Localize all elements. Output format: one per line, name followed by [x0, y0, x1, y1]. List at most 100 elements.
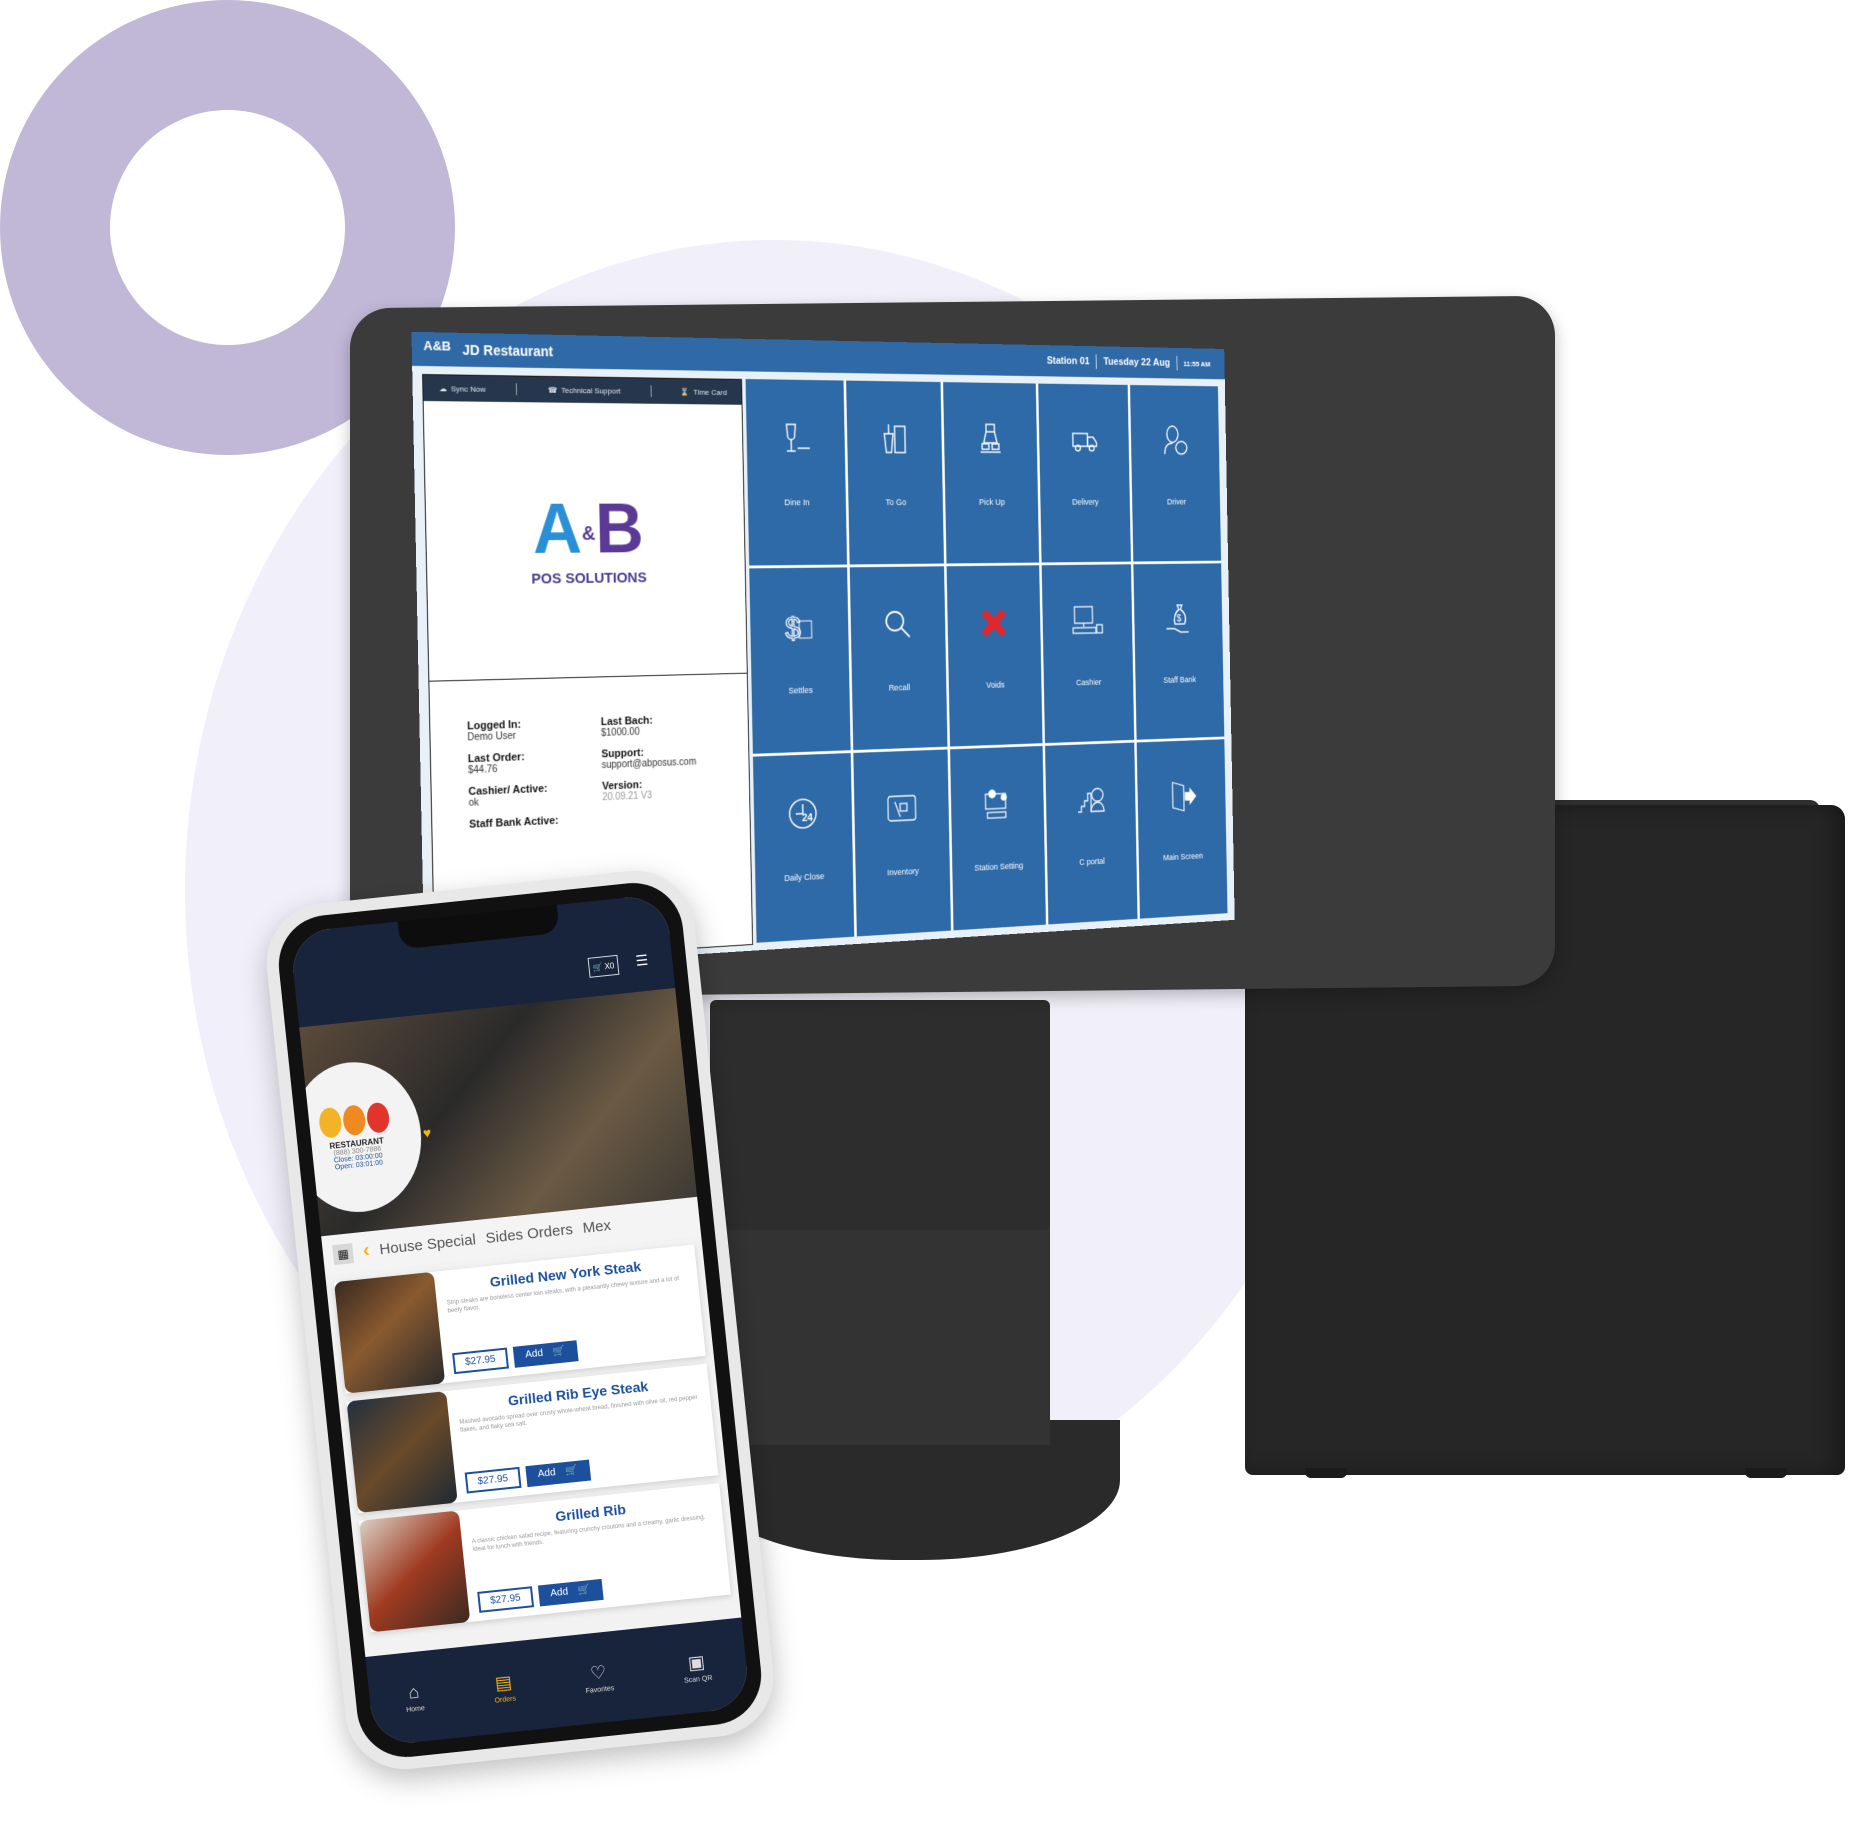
inventory-icon	[882, 788, 920, 831]
red-x-icon	[975, 602, 1012, 643]
brand-tagline: POS SOLUTIONS	[531, 569, 647, 588]
tile-staff-bank[interactable]: $ Staff Bank	[1133, 563, 1225, 741]
settings-monitor-icon	[979, 784, 1016, 826]
food-image	[334, 1271, 446, 1394]
wine-glass-icon	[776, 418, 816, 460]
orders-icon: ▤	[493, 1671, 513, 1694]
sync-now-label: Sync Now	[450, 383, 486, 394]
ordering-app-screen: 🛒 X0 ☰ RESTAURANT (888) 300-7886 Close: …	[289, 893, 751, 1747]
logo-fork-icon	[365, 1101, 391, 1134]
tile-station-setting[interactable]: Station Setting	[950, 746, 1046, 931]
food-image	[346, 1391, 458, 1513]
nav-home[interactable]: ⌂ Home	[403, 1681, 426, 1714]
tile-label: Daily Close	[784, 871, 825, 884]
cart-icon: 🛒	[564, 1464, 579, 1478]
bottom-navigation: ⌂ Home ▤ Orders ♡ Favorites ▣ Scan QR	[365, 1617, 751, 1747]
driver-icon	[1158, 421, 1194, 461]
logo-knife-icon	[341, 1104, 367, 1137]
chevron-left-icon[interactable]: ‹	[362, 1239, 371, 1263]
tile-recall[interactable]: Recall	[849, 565, 948, 751]
nav-label: Home	[405, 1704, 426, 1714]
add-label: Add	[524, 1347, 544, 1361]
time-card-label: Time Card	[693, 387, 727, 397]
logo-letter-b: B	[594, 489, 645, 568]
tile-label: C portal	[1079, 856, 1106, 868]
tile-daily-close[interactable]: 24 Daily Close	[752, 753, 854, 943]
grid-view-icon[interactable]: ▦	[332, 1242, 355, 1265]
category-tab[interactable]: Sides Orders	[485, 1221, 574, 1247]
item-price: $27.95	[477, 1586, 534, 1613]
tile-label: Driver	[1166, 497, 1187, 507]
item-price: $27.95	[452, 1347, 509, 1375]
smartphone: 🛒 X0 ☰ RESTAURANT (888) 300-7886 Close: …	[260, 864, 780, 1776]
brand-logo: A&B POS SOLUTIONS	[423, 401, 747, 682]
add-label: Add	[549, 1586, 569, 1600]
add-label: Add	[537, 1467, 557, 1480]
nav-orders[interactable]: ▤ Orders	[492, 1671, 516, 1704]
tile-label: Voids	[986, 679, 1005, 690]
heart-icon: ♡	[589, 1661, 608, 1684]
tile-inventory[interactable]: Inventory	[852, 749, 952, 937]
tile-label: Inventory	[886, 866, 919, 878]
takeaway-bag-icon	[875, 419, 914, 461]
logo-spoon-icon	[317, 1106, 343, 1139]
item-price: $27.95	[464, 1466, 522, 1494]
time-label: 11:55 AM	[1183, 359, 1211, 368]
home-icon: ⌂	[407, 1681, 421, 1703]
logo-ampersand: &	[581, 522, 596, 545]
category-tab[interactable]: House Special	[379, 1231, 477, 1258]
tile-c-portal[interactable]: C portal	[1044, 742, 1138, 925]
tile-dine-in[interactable]: Dine In	[745, 379, 847, 566]
restaurant-card: RESTAURANT (888) 300-7886 Close: 03:00:0…	[289, 1055, 429, 1219]
staff-bank-active-label: Staff Bank Active:	[469, 814, 559, 831]
tile-voids[interactable]: Voids	[946, 564, 1043, 747]
tile-pick-up[interactable]: Pick Up	[943, 382, 1039, 564]
tile-driver[interactable]: Driver	[1130, 384, 1222, 562]
cart-icon: 🛒	[577, 1584, 591, 1597]
delivery-truck-icon	[1066, 421, 1102, 461]
divider	[1096, 354, 1098, 370]
tile-label: Pick Up	[978, 497, 1005, 507]
date-label: Tuesday 22 Aug	[1103, 356, 1171, 369]
add-to-cart-button[interactable]: Add 🛒	[524, 1459, 592, 1488]
cash-register-icon	[1069, 601, 1105, 642]
divider	[516, 383, 518, 396]
svg-text:$: $	[1176, 613, 1181, 624]
tile-delivery[interactable]: Delivery	[1038, 383, 1132, 563]
cart-icon: 🛒	[552, 1345, 566, 1358]
nav-label: Favorites	[585, 1684, 615, 1695]
technical-support-button[interactable]: ☎ Technical Support	[548, 385, 621, 395]
tile-label: Station Setting	[974, 861, 1024, 873]
restaurant-logo	[317, 1101, 391, 1139]
add-to-cart-button[interactable]: Add 🛒	[537, 1578, 604, 1607]
divider	[650, 385, 652, 397]
qr-code-icon: ▣	[686, 1651, 706, 1673]
cart-button[interactable]: 🛒 X0	[587, 954, 620, 978]
tile-to-go[interactable]: To Go	[845, 380, 945, 565]
app-title: JD Restaurant	[462, 341, 554, 360]
tile-label: To Go	[885, 497, 907, 507]
logo-letter-a: A	[531, 489, 583, 569]
hamburger-menu-icon[interactable]: ☰	[635, 952, 649, 970]
divider	[1176, 356, 1178, 371]
nav-scan-qr[interactable]: ▣ Scan QR	[681, 1651, 713, 1685]
time-card-icon: ⌛	[680, 387, 690, 396]
add-to-cart-button[interactable]: Add 🛒	[512, 1340, 579, 1368]
magnifier-icon	[879, 604, 918, 646]
nav-favorites[interactable]: ♡ Favorites	[583, 1661, 615, 1695]
sync-now-button[interactable]: ☁ Sync Now	[439, 384, 486, 394]
app-logo-icon: A&B	[423, 338, 452, 354]
favorite-heart-icon[interactable]: ♥	[422, 1124, 432, 1141]
tile-settles[interactable]: $ Settles	[749, 567, 851, 755]
time-card-button[interactable]: ⌛ Time Card	[681, 387, 727, 396]
tile-main-screen[interactable]: Main Screen	[1136, 739, 1228, 919]
exit-door-icon	[1164, 776, 1199, 817]
cart-count: X0	[604, 960, 615, 971]
tile-cashier[interactable]: Cashier	[1041, 563, 1135, 744]
cart-icon: 🛒	[592, 961, 604, 972]
tile-label: Settles	[788, 684, 813, 696]
category-tab[interactable]: Mex	[582, 1217, 612, 1237]
decorative-ring-hole	[110, 110, 345, 345]
nav-label: Scan QR	[683, 1674, 713, 1685]
tile-label: Recall	[888, 682, 911, 693]
